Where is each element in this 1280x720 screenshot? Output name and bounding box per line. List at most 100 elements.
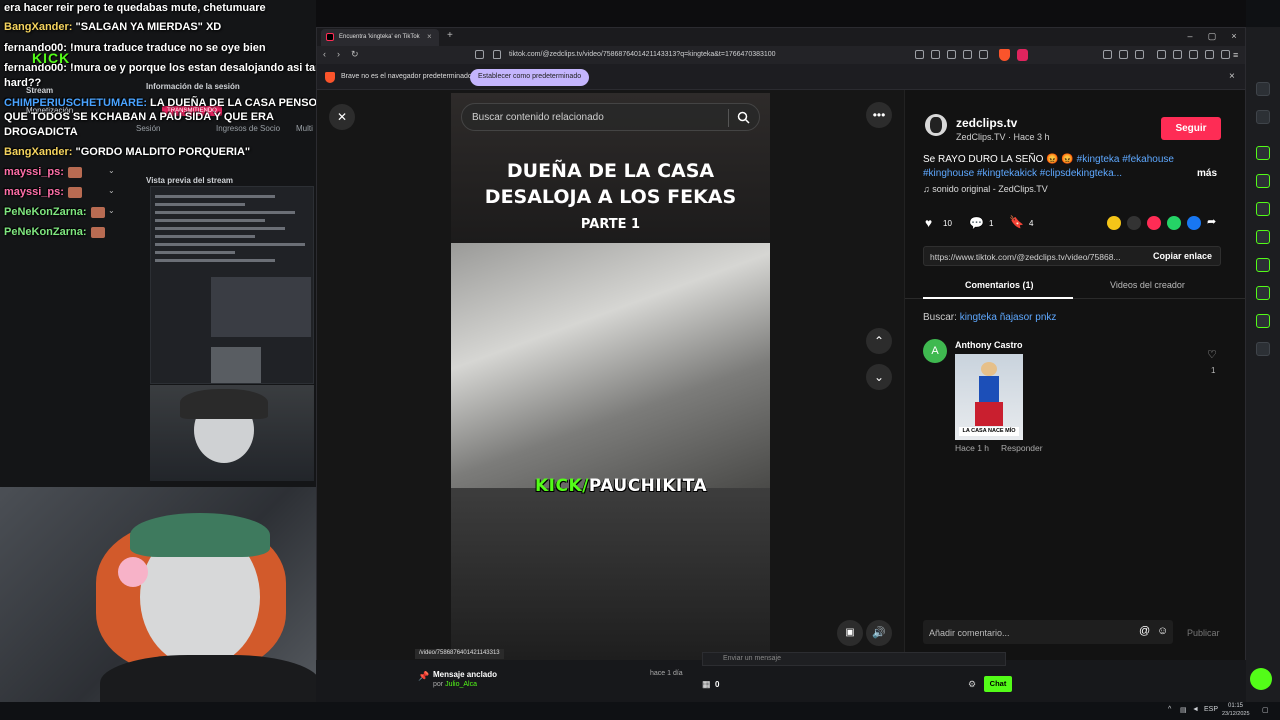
sound-label[interactable]: ♫ sonido original - ZedClips.TV	[923, 184, 1048, 194]
brave-sidebar	[1246, 0, 1280, 702]
facebook-icon[interactable]	[1187, 216, 1201, 230]
video-player[interactable]: DUEÑA DE LA CASA DESALOJA A LOS FEKAS PA…	[451, 93, 770, 660]
ext-icon[interactable]	[1103, 50, 1112, 59]
hashtags-line1[interactable]: #kingteka #fekahouse	[1077, 154, 1174, 165]
tab-creator-videos[interactable]: Videos del creador	[1110, 280, 1185, 290]
previous-video-icon[interactable]: ⌃	[866, 328, 892, 354]
post-username[interactable]: zedclips.tv	[956, 116, 1017, 130]
share-icon[interactable]	[979, 50, 988, 59]
hashtags-line2[interactable]: #kinghouse #kingtekakick #clipsdekingtek…	[923, 168, 1122, 179]
search-suggestion-link[interactable]: kingteka ñajasor pnkz	[960, 312, 1057, 323]
maximize-icon[interactable]: ▢	[1205, 31, 1219, 42]
sidebar-app-icon[interactable]	[1256, 146, 1270, 160]
close-infobar-icon[interactable]: ×	[1229, 71, 1235, 82]
notification-icon[interactable]: ▢	[1262, 706, 1269, 714]
ext-icon[interactable]	[931, 50, 940, 59]
brave-rewards-icon[interactable]	[1017, 49, 1028, 61]
floating-player-icon[interactable]: ▣	[837, 620, 863, 646]
zoom-icon[interactable]	[963, 50, 972, 59]
mention-icon[interactable]: @	[1139, 625, 1150, 637]
search-icon[interactable]	[737, 111, 750, 124]
close-window-icon[interactable]: ×	[1227, 31, 1241, 41]
bookmark-icon[interactable]	[475, 50, 484, 59]
lock-icon[interactable]	[493, 50, 501, 59]
brave-shield-icon[interactable]	[999, 49, 1010, 61]
comment-icon[interactable]: 💬	[969, 216, 984, 230]
comment-heart-icon[interactable]: ♡	[1207, 348, 1217, 361]
reply-button[interactable]: Responder	[1001, 443, 1043, 453]
close-tab-icon[interactable]: ×	[427, 32, 432, 41]
sidebar-app-icon[interactable]	[1256, 286, 1270, 300]
forward-icon[interactable]: ›	[337, 49, 340, 59]
music-icon[interactable]	[1157, 50, 1166, 59]
new-tab-icon[interactable]: +	[447, 30, 453, 41]
sidebar-app-icon[interactable]	[1256, 174, 1270, 188]
menu-icon[interactable]: ≡	[1233, 50, 1238, 60]
chevron-down-icon[interactable]: ⌄	[108, 186, 118, 195]
url-text[interactable]: tiktok.com/@zedclips.tv/video/7586876401…	[509, 51, 776, 58]
next-video-icon[interactable]: ⌄	[866, 364, 892, 390]
info-icon[interactable]	[1256, 82, 1270, 96]
volume-icon[interactable]: 🔊	[866, 620, 892, 646]
tray-chevron-icon[interactable]: ^	[1168, 706, 1171, 713]
tiktok-page: ✕ DUEÑA DE LA CASA DESALOJA A LOS FEKAS …	[317, 90, 1246, 660]
add-comment-placeholder: Añadir comentario...	[929, 628, 1010, 638]
sidebar-app-icon[interactable]	[1256, 258, 1270, 272]
emoji-icon[interactable]: ☺	[1157, 625, 1168, 637]
heart-icon[interactable]: ♥	[925, 216, 932, 230]
reload-icon[interactable]: ↻	[351, 49, 359, 60]
chat-message-placeholder: Enviar un mensaje	[723, 655, 781, 662]
ext-icon[interactable]	[1119, 50, 1128, 59]
minimize-icon[interactable]: –	[1183, 31, 1197, 41]
close-video-icon[interactable]: ✕	[329, 104, 355, 130]
bookmark-icon[interactable]: 🔖	[1009, 215, 1024, 229]
tab-comments[interactable]: Comentarios (1)	[965, 280, 1034, 290]
gift-icon[interactable]: ▦	[702, 679, 711, 690]
sidebar-icon[interactable]	[1173, 50, 1182, 59]
chevron-down-icon[interactable]: ⌄	[108, 206, 118, 215]
edit-icon[interactable]	[1256, 110, 1270, 124]
pinned-by: por Julio_Alca	[433, 681, 477, 688]
chat-message-input[interactable]: Enviar un mensaje	[702, 652, 1006, 666]
chevron-down-icon[interactable]: ⌄	[108, 166, 118, 175]
sidebar-app-icon[interactable]	[1256, 202, 1270, 216]
volume-tray-icon[interactable]: ◄	[1192, 706, 1199, 713]
clock-date[interactable]: 23/12/2025	[1222, 711, 1250, 717]
network-icon[interactable]: ▤	[1180, 706, 1187, 714]
share-link-text[interactable]: https://www.tiktok.com/@zedclips.tv/vide…	[930, 252, 1121, 262]
set-default-button[interactable]: Establecer como predeterminado	[470, 69, 590, 86]
sidebar-app-icon[interactable]	[1256, 342, 1270, 356]
wrench-icon[interactable]	[1256, 314, 1270, 328]
ext-icon[interactable]	[915, 50, 924, 59]
comment-avatar[interactable]: A	[923, 339, 947, 363]
comment-author[interactable]: Anthony Castro	[955, 340, 1023, 350]
whatsapp-icon[interactable]	[1167, 216, 1181, 230]
follow-button[interactable]: Seguir	[1161, 117, 1221, 140]
vpn-icon[interactable]	[1205, 50, 1214, 59]
kick-chat-fab[interactable]	[1250, 668, 1272, 690]
publish-button[interactable]: Publicar	[1187, 628, 1220, 638]
avatar[interactable]	[925, 114, 947, 136]
address-bar: ‹ › ↻ tiktok.com/@zedclips.tv/video/7586…	[317, 46, 1245, 64]
add-comment-input[interactable]: Añadir comentario... @ ☺	[923, 620, 1173, 644]
wallet-icon[interactable]	[1189, 50, 1198, 59]
settings-gear-icon[interactable]: ⚙	[968, 679, 976, 690]
share-arrow-icon[interactable]: ➦	[1207, 215, 1216, 228]
ext-icon[interactable]	[1135, 50, 1144, 59]
chat-send-button[interactable]: Chat	[984, 676, 1012, 692]
browser-tab[interactable]: Encuentra 'kingteka' en TikTok ×	[321, 29, 439, 46]
related-search-input[interactable]: Buscar contenido relacionado	[461, 103, 760, 131]
translate-icon[interactable]	[947, 50, 956, 59]
more-link[interactable]: más	[1197, 168, 1217, 179]
more-options-icon[interactable]: •••	[866, 102, 892, 128]
language-indicator[interactable]: ESP	[1204, 706, 1218, 713]
clock-time[interactable]: 01:15	[1228, 703, 1243, 709]
download-icon[interactable]	[1221, 50, 1230, 59]
embed-icon[interactable]	[1127, 216, 1141, 230]
copy-link-button[interactable]: Copiar enlace	[1153, 251, 1212, 261]
sidebar-app-icon[interactable]	[1256, 230, 1270, 244]
share-tiktok-icon[interactable]	[1147, 216, 1161, 230]
back-icon[interactable]: ‹	[323, 49, 326, 59]
share-kakao-icon[interactable]	[1107, 216, 1121, 230]
stream-preview	[150, 186, 314, 384]
